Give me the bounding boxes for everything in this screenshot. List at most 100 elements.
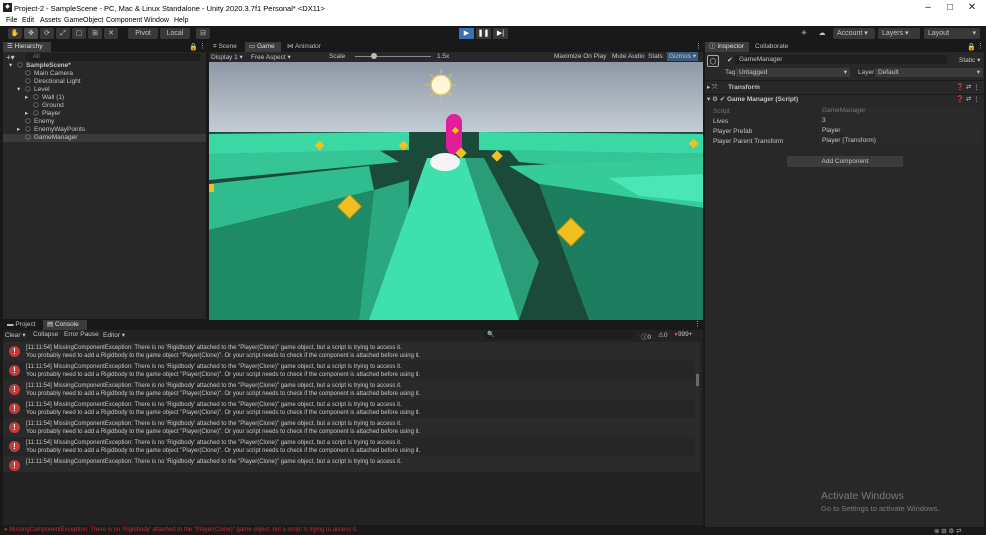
- pivot-toggle[interactable]: Pivot: [128, 28, 158, 39]
- expand-arrow-icon[interactable]: ▾: [9, 62, 12, 70]
- game-viewport[interactable]: [209, 62, 703, 320]
- gizmos-toggle[interactable]: Gizmos ▾: [667, 52, 699, 61]
- menu-assets[interactable]: Assets: [40, 17, 61, 24]
- menu-component[interactable]: Component: [106, 17, 142, 24]
- expand-arrow-icon[interactable]: ▸: [25, 94, 28, 102]
- local-toggle[interactable]: Local: [160, 28, 190, 39]
- more-icon[interactable]: ⋮: [977, 42, 984, 50]
- gamemanager-component-header[interactable]: ▾ ⚙ ✔ Game Manager (Script): [707, 95, 984, 105]
- hierarchy-item[interactable]: ⬡ Main Camera: [3, 70, 206, 78]
- pause-button[interactable]: ❚❚: [476, 28, 491, 39]
- hierarchy-item[interactable]: ⬡ Ground: [3, 102, 206, 110]
- step-button[interactable]: ▶|: [493, 28, 508, 39]
- custom-tool-icon[interactable]: ✕: [104, 28, 118, 39]
- more-icon[interactable]: ⋮: [695, 42, 702, 50]
- tab-scene[interactable]: ⌗ Scene: [209, 42, 243, 52]
- menu-gameobject[interactable]: GameObject: [64, 17, 103, 24]
- menu-file[interactable]: File: [6, 17, 17, 24]
- console-search-input[interactable]: 🔍: [483, 331, 635, 339]
- log-entry[interactable]: ! [11:11:54] MissingComponentException: T…: [3, 361, 700, 380]
- field-value[interactable]: 3: [819, 117, 981, 125]
- move-tool-icon[interactable]: ✥: [24, 28, 38, 39]
- menu-help[interactable]: Help: [174, 17, 188, 24]
- inspector-panel: ⓘ Inspector Collaborate 🔒 ⋮ ⬡ ✔ GameMana…: [705, 42, 984, 532]
- help-icon[interactable]: ❓ ⇄ ⋮: [956, 95, 980, 105]
- editor-dropdown[interactable]: Editor ▾: [103, 331, 125, 339]
- hierarchy-item[interactable]: ⬡ Directional Light: [3, 78, 206, 86]
- more-icon[interactable]: ⋮: [199, 42, 206, 50]
- layer-dropdown[interactable]: Default ▾: [875, 68, 983, 77]
- layers-dropdown[interactable]: Layers ▾: [878, 28, 920, 39]
- stats-toggle[interactable]: Stats: [648, 53, 663, 60]
- help-icon[interactable]: ❓ ⇄ ⋮: [956, 83, 980, 93]
- tab-inspector[interactable]: ⓘ Inspector: [705, 42, 749, 52]
- tab-animator[interactable]: ⋈ Animator: [283, 42, 329, 52]
- menu-edit[interactable]: Edit: [22, 17, 34, 24]
- hierarchy-item[interactable]: ▾ ⬡ SampleScene*: [3, 62, 206, 70]
- tab-game[interactable]: ▭ Game: [245, 42, 281, 52]
- hand-tool-icon[interactable]: ✋: [8, 28, 22, 39]
- aspect-dropdown[interactable]: Free Aspect ▾: [251, 53, 291, 61]
- log-entry[interactable]: ! [11:11:54] MissingComponentException: T…: [3, 418, 700, 437]
- collapse-toggle[interactable]: Collapse: [33, 331, 58, 338]
- status-error-text[interactable]: ● MissingComponentException: There is no…: [4, 527, 358, 533]
- tab-collaborate[interactable]: Collaborate: [751, 42, 795, 52]
- error-pause-toggle[interactable]: Error Pause: [64, 331, 99, 338]
- field-value[interactable]: Player: [819, 127, 981, 135]
- expand-arrow-icon[interactable]: ▸: [25, 110, 28, 118]
- more-icon[interactable]: ⋮: [694, 320, 701, 328]
- tag-dropdown[interactable]: Untagged ▾: [736, 68, 850, 77]
- hierarchy-item[interactable]: ⬡ Enemy: [3, 118, 206, 126]
- layout-dropdown[interactable]: Layout ▾: [924, 28, 980, 39]
- error-count[interactable]: ●999+: [674, 331, 693, 338]
- console-scrollbar[interactable]: [695, 344, 700, 470]
- display-dropdown[interactable]: Display 1 ▾: [211, 53, 243, 61]
- search-input[interactable]: All: [25, 53, 201, 61]
- hierarchy-item[interactable]: ▾ ⬡ Level: [3, 86, 206, 94]
- active-checkbox[interactable]: ✔: [727, 56, 733, 64]
- static-dropdown[interactable]: Static ▾: [959, 56, 980, 64]
- lock-icon[interactable]: 🔒: [189, 43, 198, 51]
- tab-project[interactable]: ▬ Project: [3, 320, 41, 330]
- close-button[interactable]: ✕: [962, 2, 982, 14]
- log-entry[interactable]: ! [11:11:54] MissingComponentException: T…: [3, 399, 700, 418]
- services-icon[interactable]: ✳: [797, 28, 811, 39]
- maximize-button[interactable]: □: [940, 2, 960, 14]
- log-entry[interactable]: ! [11:11:54] MissingComponentException: T…: [3, 456, 700, 472]
- transform-header[interactable]: ▸ ⤧ Transform: [707, 83, 984, 93]
- account-dropdown[interactable]: Account ▾: [833, 28, 875, 39]
- tab-hierarchy[interactable]: ☰ Hierarchy: [3, 42, 51, 52]
- log-entry[interactable]: ! [11:11:54] MissingComponentException: T…: [3, 437, 700, 456]
- warning-count[interactable]: ⚠0: [658, 331, 667, 339]
- transform-tool-icon[interactable]: ⊞: [88, 28, 102, 39]
- expand-arrow-icon[interactable]: ▸: [17, 126, 20, 134]
- hierarchy-item[interactable]: ▸ ⬡ EnemyWayPoints: [3, 126, 206, 134]
- activate-windows-title: Activate Windows: [821, 490, 904, 502]
- grid-snap-icon[interactable]: ⊟: [196, 28, 210, 39]
- hierarchy-item[interactable]: ▸ ⬡ Player: [3, 110, 206, 118]
- tab-console[interactable]: ▤ Console: [43, 320, 87, 330]
- add-icon[interactable]: +▾: [6, 53, 15, 62]
- scrollbar-thumb[interactable]: [696, 374, 699, 386]
- clear-dropdown[interactable]: Clear ▾: [5, 331, 26, 339]
- maximize-on-play-toggle[interactable]: Maximize On Play: [554, 53, 606, 60]
- mute-audio-toggle[interactable]: Mute Audio: [612, 53, 645, 60]
- hierarchy-item[interactable]: ⬡ GameManager: [3, 134, 206, 142]
- scale-tool-icon[interactable]: ⤢: [56, 28, 70, 39]
- add-component-button[interactable]: Add Component: [787, 156, 903, 167]
- object-name-field[interactable]: GameManager: [735, 55, 947, 64]
- rotate-tool-icon[interactable]: ⟳: [40, 28, 54, 39]
- scale-slider-handle[interactable]: [371, 53, 377, 59]
- rect-tool-icon[interactable]: ▢: [72, 28, 86, 39]
- minimize-button[interactable]: –: [918, 2, 938, 14]
- log-entry[interactable]: ! [11:11:54] MissingComponentException: T…: [3, 380, 700, 399]
- expand-arrow-icon[interactable]: ▾: [17, 86, 20, 94]
- info-count[interactable]: ⓘ0: [641, 331, 651, 341]
- hierarchy-item[interactable]: ▸ ⬡ Wall (1): [3, 94, 206, 102]
- cloud-icon[interactable]: ☁: [815, 28, 829, 39]
- play-button[interactable]: ▶: [459, 28, 474, 39]
- menu-window[interactable]: Window: [144, 17, 169, 24]
- log-entry[interactable]: ! [11:11:54] MissingComponentException: T…: [3, 342, 700, 361]
- lock-icon[interactable]: 🔒: [967, 43, 976, 51]
- field-value[interactable]: Player (Transform): [819, 137, 981, 145]
